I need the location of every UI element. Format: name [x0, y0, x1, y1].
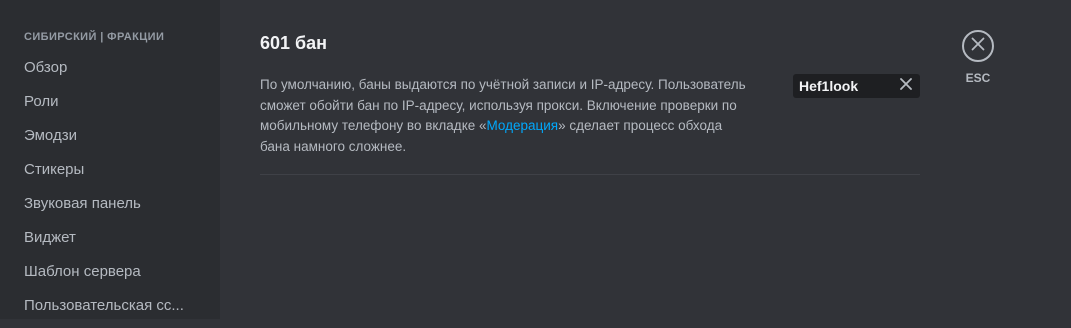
- bans-panel: 601 бан По умолчанию, баны выдаются по у…: [220, 0, 1071, 319]
- page-title: 601 бан: [260, 33, 328, 53]
- close-button[interactable]: [962, 30, 994, 62]
- clear-search-icon[interactable]: [898, 78, 914, 94]
- moderation-link[interactable]: Модерация: [487, 118, 559, 133]
- sidebar-item-overview[interactable]: Обзор: [24, 56, 210, 90]
- sidebar-item-soundboard[interactable]: Звуковая панель: [24, 192, 210, 226]
- sidebar-item-server-template[interactable]: Шаблон сервера: [24, 260, 210, 294]
- close-settings: ESC: [960, 30, 996, 85]
- settings-sidebar: СИБИРСКИЙ | ФРАКЦИИ Обзор Роли Эмодзи Ст…: [0, 0, 220, 319]
- sidebar-nav: Обзор Роли Эмодзи Стикеры Звуковая панел…: [24, 56, 210, 328]
- search-chip-value: Hef1look: [799, 78, 859, 94]
- sidebar-item-widget[interactable]: Виджет: [24, 226, 210, 260]
- section-divider: [260, 174, 920, 175]
- bans-description: По умолчанию, баны выдаются по учётной з…: [260, 75, 750, 157]
- sidebar-server-header: СИБИРСКИЙ | ФРАКЦИИ: [24, 31, 165, 43]
- sidebar-item-custom-link[interactable]: Пользовательская сс...: [24, 294, 210, 328]
- close-icon: [971, 37, 985, 56]
- sidebar-item-roles[interactable]: Роли: [24, 90, 210, 124]
- ban-search-chip[interactable]: Hef1look: [793, 74, 920, 98]
- esc-label: ESC: [965, 71, 991, 85]
- sidebar-item-stickers[interactable]: Стикеры: [24, 158, 210, 192]
- sidebar-item-emoji[interactable]: Эмодзи: [24, 124, 210, 158]
